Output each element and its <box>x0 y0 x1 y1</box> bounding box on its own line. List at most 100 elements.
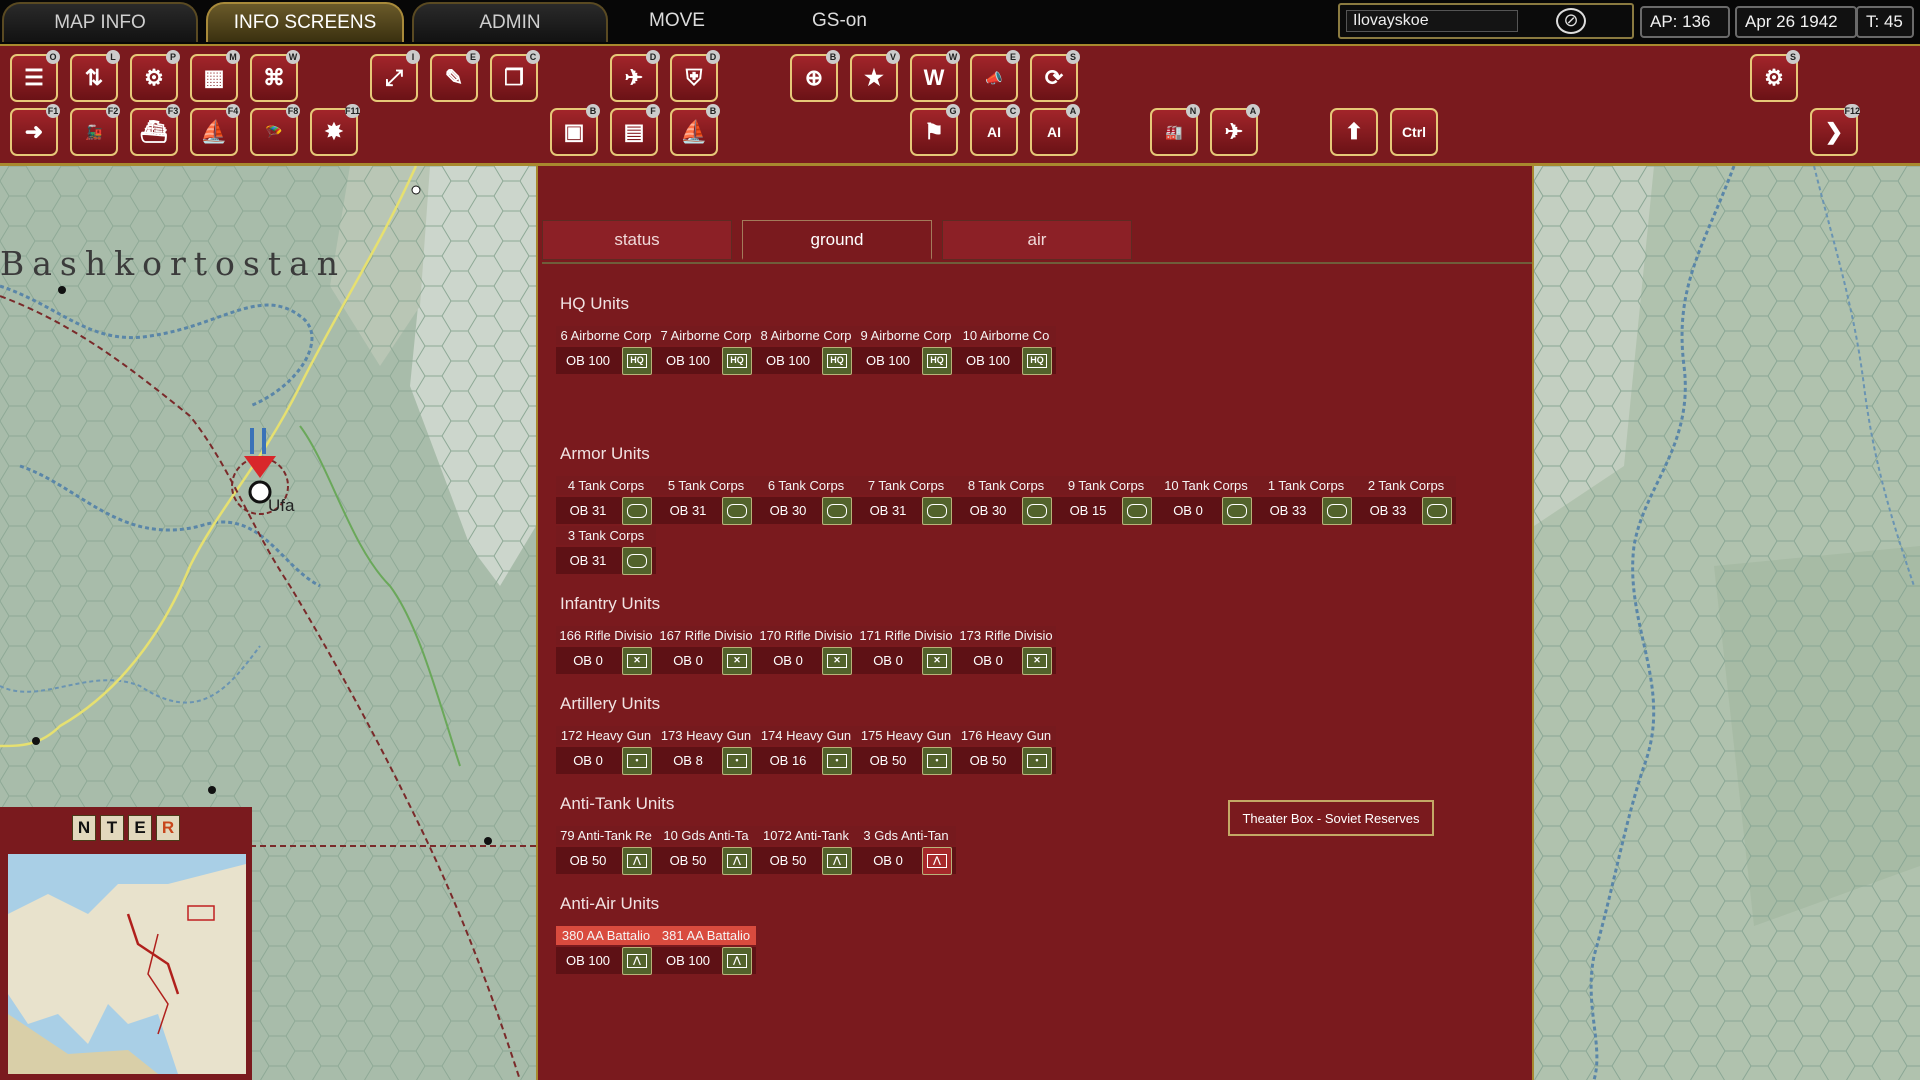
minimap[interactable] <box>8 854 246 1074</box>
tab-status[interactable]: status <box>542 220 732 260</box>
unit-card[interactable]: 8 Tank Corps OB 30 <box>956 476 1056 525</box>
artillery-unit-icon[interactable]: • <box>922 747 952 775</box>
minimap-btn-e[interactable]: E <box>128 815 152 841</box>
unit-card[interactable]: 6 Airborne Corp OB 100 HQ <box>556 326 656 375</box>
briefing-icon[interactable]: ⊕ B <box>790 50 840 102</box>
bombard-icon[interactable]: ✸ F11 <box>310 104 360 156</box>
hq-unit-icon[interactable]: HQ <box>822 347 852 375</box>
armor-unit-icon[interactable] <box>722 497 752 525</box>
unit-card[interactable]: 4 Tank Corps OB 31 <box>556 476 656 525</box>
tab-admin[interactable]: ADMIN <box>412 2 608 42</box>
group-icon[interactable]: ▣ B <box>550 104 600 156</box>
armor-unit-icon[interactable] <box>1222 497 1252 525</box>
unit-card[interactable]: 167 Rifle Divisio OB 0 ✕ <box>656 626 756 675</box>
armor-unit-icon[interactable] <box>622 497 652 525</box>
unit-card[interactable]: 3 Gds Anti-Tan OB 0 ⋀ <box>856 826 956 875</box>
unit-card[interactable]: 5 Tank Corps OB 31 <box>656 476 756 525</box>
location-input[interactable] <box>1346 10 1518 32</box>
world-icon[interactable]: ⌘ W <box>250 50 300 102</box>
air-mission-icon[interactable]: ✈ A <box>1210 104 1260 156</box>
unit-card[interactable]: 8 Airborne Corp OB 100 HQ <box>756 326 856 375</box>
minimap-btn-n[interactable]: N <box>72 815 96 841</box>
move-menu[interactable]: MOVE <box>649 10 705 32</box>
fortify-icon[interactable]: ▤ F <box>610 104 660 156</box>
airdrop-icon[interactable]: 🪂 F8 <box>250 104 300 156</box>
antiair-unit-icon[interactable]: ⋀ <box>622 947 652 975</box>
unit-card[interactable]: 2 Tank Corps OB 33 <box>1356 476 1456 525</box>
reinforcements-icon[interactable]: ⤢ I <box>370 50 420 102</box>
armor-unit-icon[interactable] <box>1022 497 1052 525</box>
events-icon[interactable]: ✎ E <box>430 50 480 102</box>
transport-icon[interactable]: ⛵ F4 <box>190 104 240 156</box>
ai-control-icon[interactable]: AI C <box>970 104 1020 156</box>
unit-card[interactable]: 9 Airborne Corp OB 100 HQ <box>856 326 956 375</box>
decisions-icon[interactable]: ✈ D <box>610 50 660 102</box>
artillery-unit-icon[interactable]: • <box>622 747 652 775</box>
armor-unit-icon[interactable] <box>1422 497 1452 525</box>
antitank-unit-icon[interactable]: ⋀ <box>922 847 952 875</box>
location-go-icon[interactable]: ⊘ <box>1556 8 1586 34</box>
infantry-unit-icon[interactable]: ✕ <box>822 647 852 675</box>
antitank-unit-icon[interactable]: ⋀ <box>822 847 852 875</box>
tab-map-info[interactable]: MAP INFO <box>2 2 198 42</box>
next-unit-icon[interactable]: ➜ F1 <box>10 104 60 156</box>
unit-card[interactable]: 3 Tank Corps OB 31 <box>556 526 656 575</box>
ctrl-icon[interactable]: Ctrl <box>1390 108 1438 156</box>
unit-card[interactable]: 173 Rifle Divisio OB 0 ✕ <box>956 626 1056 675</box>
train-icon[interactable]: 🚂 F2 <box>70 104 120 156</box>
end-turn-icon[interactable]: ❯ F12 <box>1810 104 1860 156</box>
antiair-unit-icon[interactable]: ⋀ <box>722 947 752 975</box>
unit-card[interactable]: 1072 Anti-Tank OB 50 ⋀ <box>756 826 856 875</box>
armor-unit-icon[interactable] <box>1322 497 1352 525</box>
unit-card[interactable]: 10 Tank Corps OB 0 <box>1156 476 1256 525</box>
infantry-unit-icon[interactable]: ✕ <box>622 647 652 675</box>
industry-icon[interactable]: 🏭 N <box>1150 104 1200 156</box>
antitank-unit-icon[interactable]: ⋀ <box>622 847 652 875</box>
diplomacy-icon[interactable]: ⛨ D <box>670 50 720 102</box>
theater-box-button[interactable]: Theater Box - Soviet Reserves <box>1228 800 1434 836</box>
unit-card[interactable]: 7 Tank Corps OB 31 <box>856 476 956 525</box>
map-view-right[interactable] <box>1534 166 1920 1080</box>
ai-assist-icon[interactable]: AI A <box>1030 104 1080 156</box>
embark-icon[interactable]: ⛵ B <box>670 104 720 156</box>
artillery-unit-icon[interactable]: • <box>722 747 752 775</box>
artillery-unit-icon[interactable]: • <box>822 747 852 775</box>
war-icon[interactable]: WW <box>910 50 960 102</box>
armor-unit-icon[interactable] <box>1122 497 1152 525</box>
unit-card[interactable]: 7 Airborne Corp OB 100 HQ <box>656 326 756 375</box>
unit-card[interactable]: 380 AA Battalio OB 100 ⋀ <box>556 926 656 975</box>
unit-card[interactable]: 9 Tank Corps OB 15 <box>1056 476 1156 525</box>
unit-card[interactable]: 381 AA Battalio OB 100 ⋀ <box>656 926 756 975</box>
unit-card[interactable]: 6 Tank Corps OB 30 <box>756 476 856 525</box>
overview-icon[interactable]: ☰ O <box>10 50 60 102</box>
unit-card[interactable]: 172 Heavy Gun OB 0 • <box>556 726 656 775</box>
unit-card[interactable]: 10 Gds Anti-Ta OB 50 ⋀ <box>656 826 756 875</box>
unit-card[interactable]: 79 Anti-Tank Re OB 50 ⋀ <box>556 826 656 875</box>
artillery-unit-icon[interactable]: • <box>1022 747 1052 775</box>
tab-info-screens[interactable]: INFO SCREENS <box>206 2 404 42</box>
infantry-unit-icon[interactable]: ✕ <box>1022 647 1052 675</box>
armor-unit-icon[interactable] <box>622 547 652 575</box>
minimap-btn-t[interactable]: T <box>100 815 124 841</box>
unit-card[interactable]: 174 Heavy Gun OB 16 • <box>756 726 856 775</box>
unit-card[interactable]: 173 Heavy Gun OB 8 • <box>656 726 756 775</box>
objectives-icon[interactable]: ⚑ G <box>910 104 960 156</box>
production-icon[interactable]: ⚙ P <box>130 50 180 102</box>
minimap-btn-r[interactable]: R <box>156 815 180 841</box>
hq-unit-icon[interactable]: HQ <box>922 347 952 375</box>
events-log-icon[interactable]: 📣 E <box>970 50 1020 102</box>
armor-unit-icon[interactable] <box>922 497 952 525</box>
hq-unit-icon[interactable]: HQ <box>1022 347 1052 375</box>
unit-card[interactable]: 166 Rifle Divisio OB 0 ✕ <box>556 626 656 675</box>
gs-toggle[interactable]: GS-on <box>812 10 867 32</box>
supply-icon[interactable]: ⟳ S <box>1030 50 1080 102</box>
unit-card[interactable]: 175 Heavy Gun OB 50 • <box>856 726 956 775</box>
infantry-unit-icon[interactable]: ✕ <box>922 647 952 675</box>
unit-card[interactable]: 176 Heavy Gun OB 50 • <box>956 726 1056 775</box>
units-list-icon[interactable]: ⇅ L <box>70 50 120 102</box>
save-icon[interactable]: ⚙ S <box>1750 50 1800 102</box>
naval-icon[interactable]: ⛴ F3 <box>130 104 180 156</box>
armor-unit-icon[interactable] <box>822 497 852 525</box>
hq-unit-icon[interactable]: HQ <box>722 347 752 375</box>
antitank-unit-icon[interactable]: ⋀ <box>722 847 752 875</box>
